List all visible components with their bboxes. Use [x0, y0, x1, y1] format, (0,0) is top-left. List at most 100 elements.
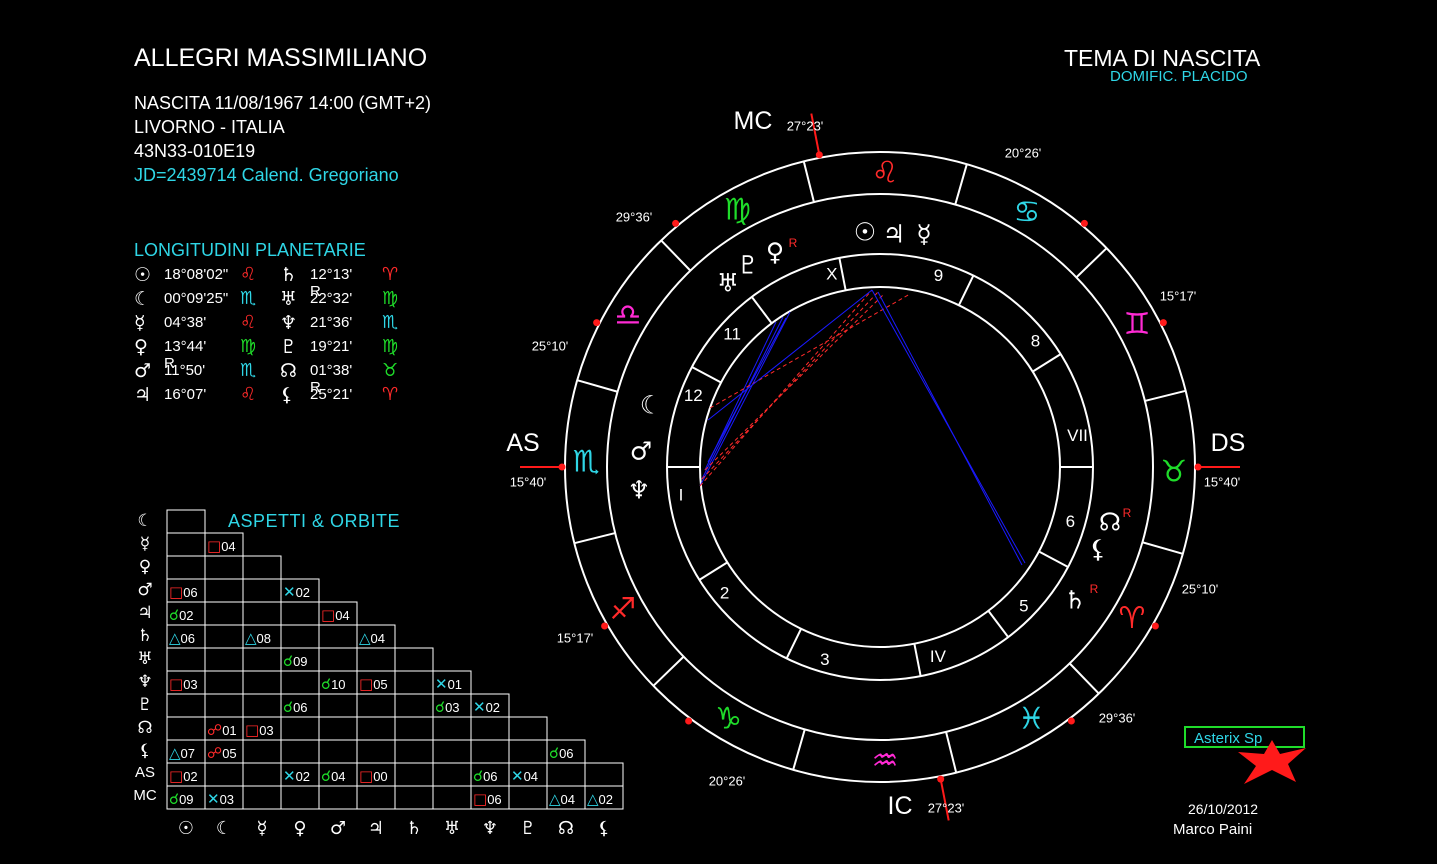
zodiac-sign-glyph: ♊	[1124, 307, 1151, 342]
wheel-ring	[699, 286, 1061, 648]
zodiac-sign-glyph: ♋	[1014, 195, 1041, 230]
angle-degree: 27°23'	[787, 119, 824, 134]
chart-author: Marco Paini	[1173, 821, 1253, 838]
sign-boundary	[1075, 247, 1108, 279]
zodiac-sign-glyph: ♉	[1161, 455, 1188, 490]
angle-dot	[1194, 463, 1202, 471]
house-cusp	[691, 366, 722, 384]
retrograde-marker: R	[1090, 582, 1099, 596]
angle-degree: 27°23'	[928, 801, 965, 816]
angle-dot	[815, 151, 823, 159]
sign-boundary	[802, 161, 815, 203]
house-number: 9	[934, 266, 943, 285]
house-number: 2	[720, 583, 729, 602]
zodiac-sign-glyph: ♒	[872, 743, 899, 778]
house-number: 8	[1031, 332, 1040, 351]
planet-glyph: ☾	[640, 391, 662, 420]
zodiac-sign-glyph: ♏	[573, 444, 600, 479]
zodiac-sign-glyph: ♓	[1018, 702, 1045, 737]
house-number: 11	[723, 324, 741, 343]
cusp-dot	[685, 717, 693, 725]
sign-boundary	[1144, 389, 1186, 402]
wheel-ring	[564, 151, 1196, 783]
retrograde-marker: R	[1123, 506, 1132, 520]
wheel-ring	[666, 253, 1094, 681]
house-number: I	[679, 485, 684, 504]
house-cusp	[838, 257, 847, 291]
planet-glyph: ♀	[766, 238, 784, 267]
house-number: 12	[684, 386, 703, 405]
aspect-line	[707, 317, 787, 463]
cusp-dot	[1151, 622, 1159, 630]
aspect-line	[701, 291, 879, 480]
angle-degree: 15°40'	[510, 475, 547, 490]
house-number: 5	[1019, 596, 1028, 615]
cusp-dot	[601, 622, 609, 630]
retrograde-marker: R	[789, 236, 798, 250]
zodiac-sign-glyph: ♍	[724, 192, 751, 227]
sign-boundary	[652, 655, 685, 687]
house-number: 6	[1066, 512, 1075, 531]
sign-boundary	[792, 729, 806, 771]
zodiac-sign-glyph: ♐	[609, 592, 636, 627]
planet-glyph: ☉	[854, 218, 876, 247]
house-number: 3	[820, 650, 829, 669]
house-number: X	[826, 264, 837, 283]
zodiac-sign-glyph: ♈	[1119, 601, 1146, 636]
planet-glyph: ☊	[1099, 508, 1121, 537]
cusp-degree: 25°10'	[1182, 582, 1219, 597]
house-cusp	[751, 296, 773, 324]
planet-glyph: ⚸	[1089, 535, 1107, 564]
cusp-dot	[593, 319, 601, 327]
sign-boundary	[945, 731, 958, 773]
sign-boundary	[1068, 662, 1100, 695]
angle-label: MC	[734, 107, 773, 135]
sign-boundary	[1142, 541, 1184, 555]
sign-boundary	[660, 239, 692, 272]
planet-glyph: ☿	[916, 220, 931, 249]
house-number: IV	[930, 647, 947, 666]
house-cusp	[913, 643, 922, 677]
cusp-degree: 20°26'	[1005, 146, 1042, 161]
cusp-dot	[1080, 219, 1088, 227]
cusp-degree: 29°36'	[1099, 711, 1136, 726]
house-cusp	[958, 275, 975, 306]
planet-glyph: ♂	[630, 437, 652, 466]
angle-dot	[558, 463, 566, 471]
planet-glyph: ♅	[717, 269, 739, 298]
zodiac-sign-glyph: ♎	[615, 298, 642, 333]
angle-dot	[937, 775, 945, 783]
cusp-degree: 15°17'	[557, 631, 594, 646]
asterix-star-logo	[1238, 740, 1306, 784]
angle-label: DS	[1211, 429, 1246, 457]
cusp-dot	[672, 219, 680, 227]
angle-label: AS	[506, 429, 539, 457]
aspect-line	[707, 289, 873, 421]
house-number: VII	[1067, 426, 1088, 445]
zodiac-sign-glyph: ♑	[715, 702, 742, 737]
cusp-degree: 25°10'	[532, 339, 569, 354]
planet-glyph: ♇	[737, 251, 759, 280]
chart-date: 26/10/2012	[1188, 801, 1259, 817]
house-cusp	[1032, 353, 1062, 373]
planet-glyph: ♄	[1064, 586, 1086, 615]
cusp-degree: 29°36'	[616, 210, 653, 225]
cusp-degree: 15°17'	[1160, 289, 1197, 304]
sign-boundary	[574, 532, 616, 545]
sign-boundary	[576, 379, 618, 393]
house-cusp	[698, 561, 728, 581]
sign-boundary	[954, 163, 968, 205]
astrology-birth-chart: { "header": { "name": "ALLEGRI MASSIMILI…	[0, 0, 1437, 864]
cusp-dot	[1159, 319, 1167, 327]
cusp-dot	[1067, 717, 1075, 725]
angle-degree: 15°40'	[1204, 475, 1241, 490]
cusp-degree: 20°26'	[709, 774, 746, 789]
aspect-line	[704, 293, 885, 471]
zodiac-sign-glyph: ♌	[872, 156, 899, 191]
planet-glyph: ♆	[628, 476, 650, 505]
house-cusp	[785, 628, 802, 659]
house-cusp	[1038, 550, 1069, 568]
house-cusp	[987, 610, 1009, 638]
planet-glyph: ♃	[883, 220, 905, 249]
angle-label: IC	[888, 792, 913, 820]
